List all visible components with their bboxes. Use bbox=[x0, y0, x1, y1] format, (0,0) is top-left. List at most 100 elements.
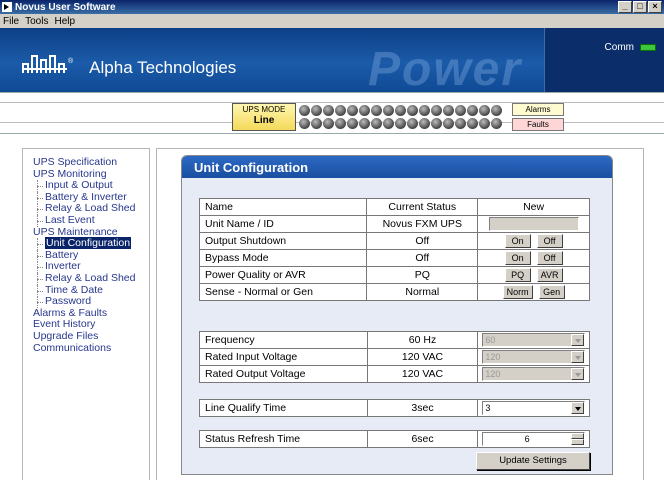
select-value: 3 bbox=[485, 403, 491, 413]
select-value: 120 bbox=[485, 369, 501, 379]
rated-input-select[interactable]: 120 bbox=[482, 350, 585, 364]
led-icon bbox=[431, 105, 442, 116]
row-label: Frequency bbox=[199, 331, 368, 349]
sidebar-item-communications[interactable]: Communications bbox=[33, 341, 149, 355]
led-icon bbox=[467, 118, 478, 129]
company-name: Alpha Technologies bbox=[89, 58, 237, 77]
table-header-row: Name Current Status New bbox=[198, 198, 590, 216]
led-icon bbox=[443, 105, 454, 116]
power-watermark: Power bbox=[368, 43, 523, 92]
bypass-off-button[interactable]: Off bbox=[536, 251, 563, 265]
row-status: Off bbox=[366, 249, 479, 267]
header-banner: ® Alpha Technologies Power Comm bbox=[0, 28, 664, 92]
ups-mode-label: UPS MODE bbox=[242, 105, 286, 114]
fault-led-row bbox=[299, 118, 502, 129]
pq-button[interactable]: PQ bbox=[504, 268, 531, 282]
sidebar-item-label: Event History bbox=[33, 318, 96, 331]
select-value: 120 bbox=[485, 352, 501, 362]
output-shutdown-on-button[interactable]: On bbox=[504, 234, 531, 248]
faults-indicator[interactable]: Faults bbox=[512, 118, 564, 131]
unit-name-input[interactable] bbox=[488, 217, 579, 231]
row-new bbox=[477, 215, 590, 233]
menu-help[interactable]: Help bbox=[51, 16, 78, 27]
maximize-icon[interactable]: □ bbox=[633, 1, 647, 13]
stepper-down-icon[interactable] bbox=[571, 439, 584, 445]
alarms-indicator[interactable]: Alarms bbox=[512, 103, 564, 116]
chevron-down-icon[interactable] bbox=[571, 351, 584, 363]
led-icon bbox=[443, 118, 454, 129]
sidebar-item-last-event[interactable]: Last Event bbox=[33, 214, 149, 227]
title-bar: Novus User Software _ □ × bbox=[0, 0, 664, 14]
card-title: Unit Configuration bbox=[182, 156, 612, 178]
led-icon bbox=[359, 118, 370, 129]
table-row: Sense - Normal or Gen Normal Norm Gen bbox=[198, 283, 590, 301]
menu-tools[interactable]: Tools bbox=[22, 16, 51, 27]
row-label: Power Quality or AVR bbox=[198, 266, 368, 284]
frequency-select[interactable]: 60 bbox=[482, 333, 585, 347]
rated-output-select[interactable]: 120 bbox=[482, 367, 585, 381]
sidebar-item-label: UPS Maintenance bbox=[33, 225, 118, 238]
comm-status-led-icon bbox=[640, 44, 656, 51]
row-label: Line Qualify Time bbox=[199, 399, 368, 417]
status-refresh-stepper[interactable]: 6 bbox=[482, 432, 585, 446]
sidebar-item-password[interactable]: Password bbox=[33, 295, 149, 308]
menu-bar: File Tools Help bbox=[0, 14, 664, 28]
row-new: On Off bbox=[477, 249, 590, 267]
row-new: On Off bbox=[477, 232, 590, 250]
row-label: Rated Input Voltage bbox=[199, 348, 368, 366]
update-settings-button[interactable]: Update Settings bbox=[476, 452, 590, 470]
select-value: 60 bbox=[485, 335, 496, 345]
table-row: Frequency 60 Hz 60 bbox=[199, 331, 590, 349]
sidebar-item-label: Battery & Inverter bbox=[45, 190, 127, 203]
row-label: Sense - Normal or Gen bbox=[198, 283, 368, 301]
table-row: Output Shutdown Off On Off bbox=[198, 232, 590, 250]
sense-gen-button[interactable]: Gen bbox=[538, 285, 565, 299]
sidebar-item-label: Inverter bbox=[45, 260, 81, 273]
alpha-logo-icon bbox=[22, 55, 65, 73]
sidebar-item-label: Time & Date bbox=[45, 283, 103, 296]
led-icon bbox=[335, 118, 346, 129]
chevron-down-icon[interactable] bbox=[571, 402, 584, 414]
led-icon bbox=[347, 105, 358, 116]
ups-mode-value: Line bbox=[253, 115, 275, 126]
nav-tree: UPS Specification UPS Monitoring Input & O… bbox=[33, 156, 149, 355]
led-icon bbox=[455, 105, 466, 116]
sense-norm-button[interactable]: Norm bbox=[502, 285, 533, 299]
table-row: Power Quality or AVR PQ PQ AVR bbox=[198, 266, 590, 284]
minimize-icon[interactable]: _ bbox=[618, 1, 632, 13]
row-status: Normal bbox=[366, 283, 479, 301]
led-icon bbox=[347, 118, 358, 129]
menu-file[interactable]: File bbox=[0, 16, 22, 27]
sidebar-item-label: Alarms & Faults bbox=[33, 306, 108, 319]
table-row: Unit Name / ID Novus FXM UPS bbox=[198, 215, 590, 233]
line-qualify-select[interactable]: 3 bbox=[482, 401, 585, 415]
output-shutdown-off-button[interactable]: Off bbox=[536, 234, 563, 248]
led-icon bbox=[371, 105, 382, 116]
table-row: Rated Input Voltage 120 VAC 120 bbox=[199, 348, 590, 366]
row-label: Bypass Mode bbox=[198, 249, 368, 267]
stepper-value: 6 bbox=[524, 434, 530, 444]
config-table-ratings: Frequency 60 Hz 60 Rated Input Voltage 1… bbox=[199, 331, 590, 383]
row-status: Novus FXM UPS bbox=[366, 215, 479, 233]
sidebar-item-label: Password bbox=[45, 295, 92, 308]
row-status: Off bbox=[366, 232, 479, 250]
unit-configuration-card: Unit Configuration Name Current Status N… bbox=[181, 155, 613, 475]
header-new: New bbox=[477, 198, 590, 216]
chevron-down-icon[interactable] bbox=[571, 368, 584, 380]
led-icon bbox=[479, 105, 490, 116]
sidebar-item-label: UPS Specification bbox=[33, 156, 118, 168]
header-name: Name bbox=[198, 198, 368, 216]
registered-mark: ® bbox=[68, 57, 74, 65]
led-icon bbox=[359, 105, 370, 116]
chevron-down-icon[interactable] bbox=[571, 334, 584, 346]
close-icon[interactable]: × bbox=[648, 1, 662, 13]
window-controls: _ □ × bbox=[618, 1, 662, 13]
config-table-refresh: Status Refresh Time 6sec 6 bbox=[199, 430, 590, 448]
bypass-on-button[interactable]: On bbox=[504, 251, 531, 265]
window-title: Novus User Software bbox=[15, 1, 116, 13]
sidebar-item-label: Communications bbox=[33, 341, 112, 354]
logo-underline bbox=[22, 68, 67, 70]
avr-button[interactable]: AVR bbox=[536, 268, 563, 282]
led-icon bbox=[419, 105, 430, 116]
table-row: Bypass Mode Off On Off bbox=[198, 249, 590, 267]
